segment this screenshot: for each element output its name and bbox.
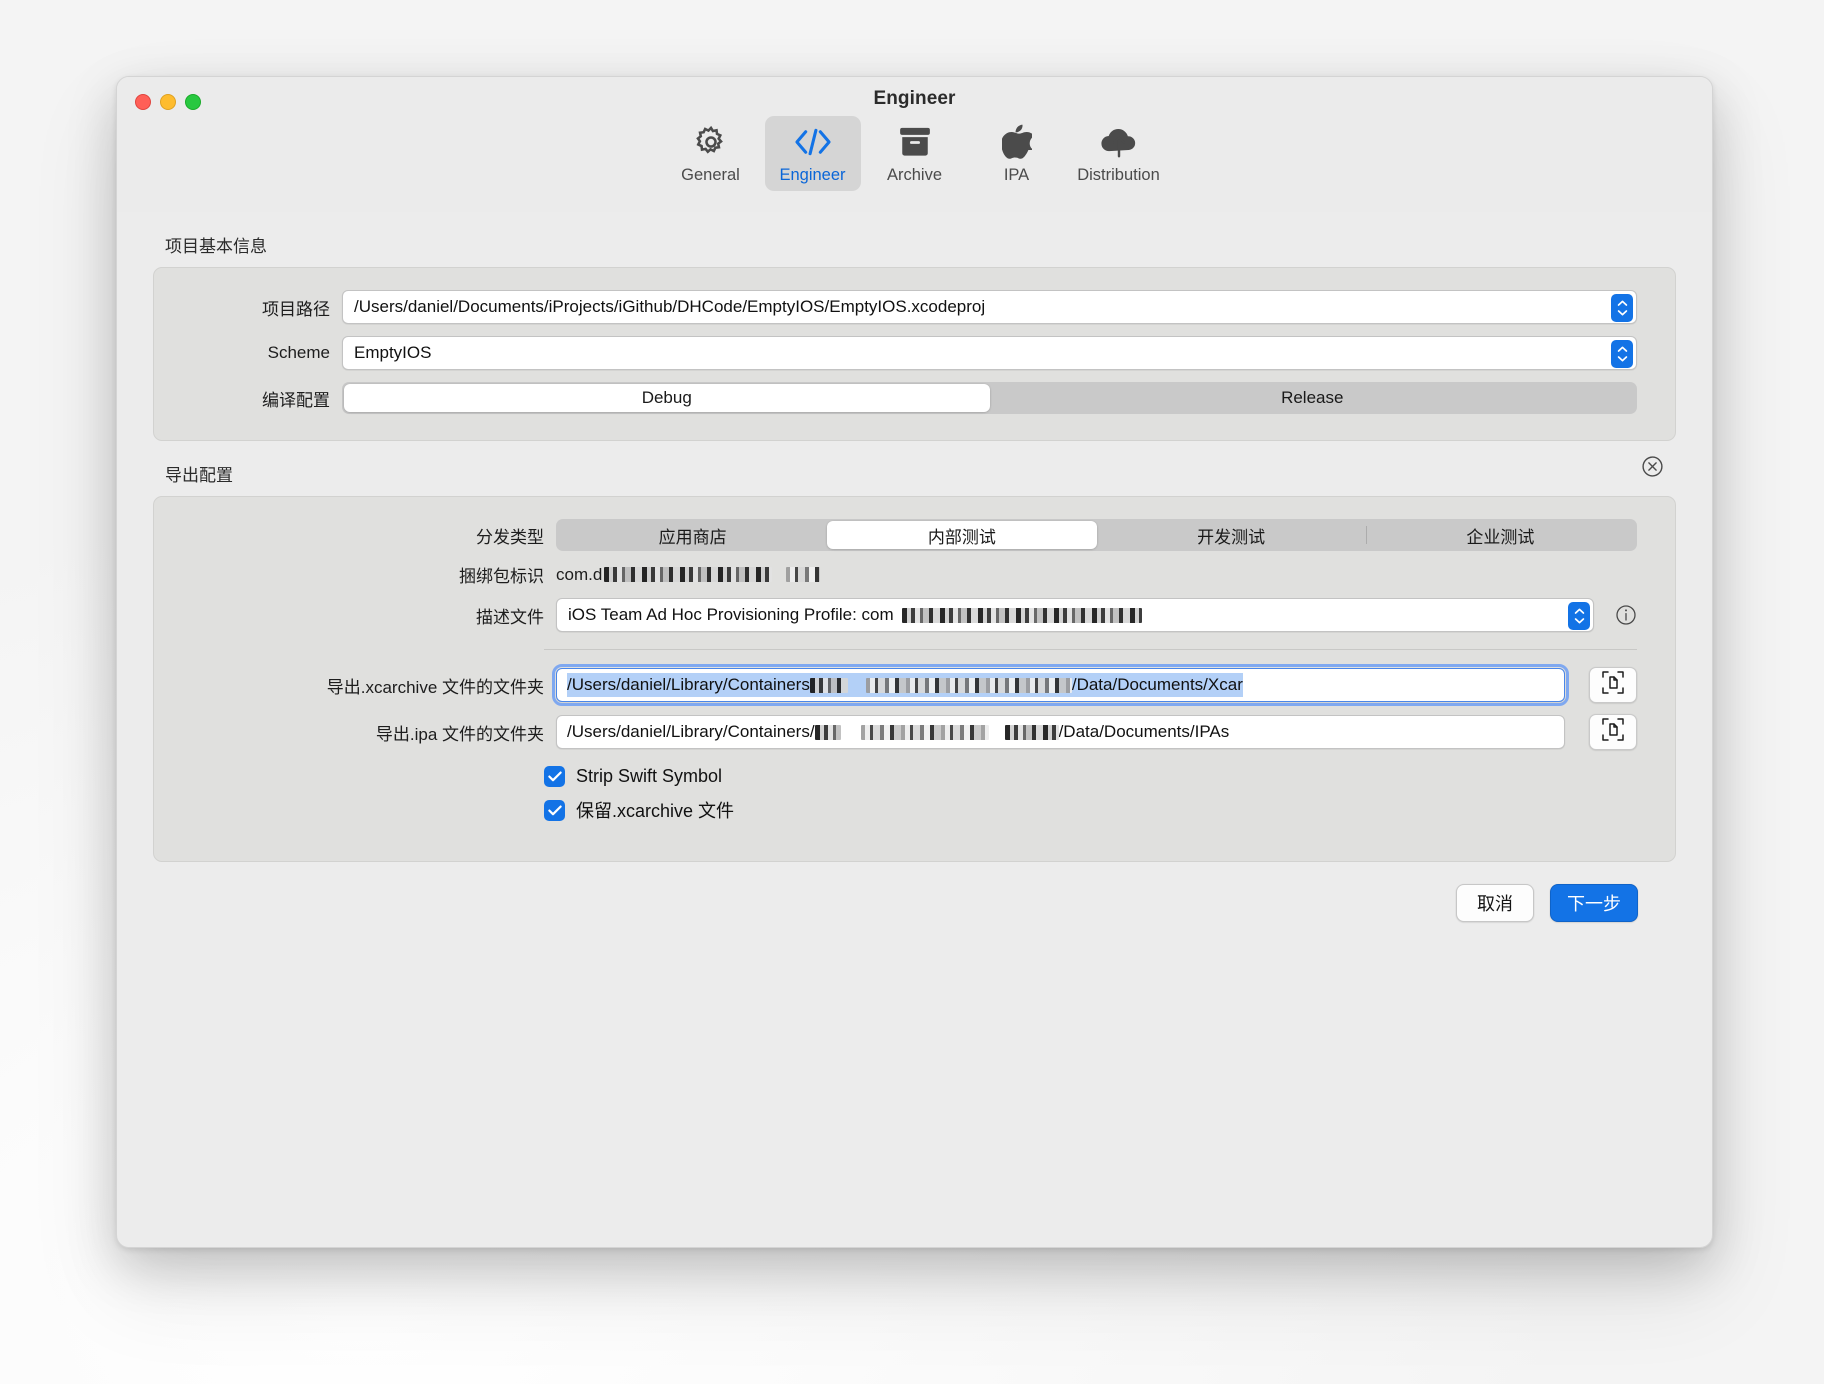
export-section-header: 导出配置 xyxy=(153,441,1676,496)
distribution-type-label: 分发类型 xyxy=(476,527,544,547)
info-circle-icon[interactable] xyxy=(1615,604,1637,626)
xcarchive-path-prefix: /Users/daniel/Library/Containers xyxy=(567,675,810,694)
cancel-button[interactable]: 取消 xyxy=(1456,884,1534,922)
export-section-title: 导出配置 xyxy=(165,466,233,485)
circle-x-icon[interactable] xyxy=(1641,455,1664,483)
bundle-id-row: 捆绑包标识 com.d xyxy=(154,562,1637,587)
scheme-value: EmptyIOS xyxy=(354,343,432,362)
project-section-header: 项目基本信息 xyxy=(153,212,1676,267)
segment-debug[interactable]: Debug xyxy=(344,384,990,412)
ipa-folder-input[interactable]: /Users/daniel/Library/Containers/ /Data/… xyxy=(556,715,1565,749)
toolbar-item-label: IPA xyxy=(1003,166,1030,184)
scheme-row: Scheme EmptyIOS xyxy=(154,336,1637,370)
keep-xcarchive-label: 保留.xcarchive 文件 xyxy=(576,801,735,821)
toolbar-item-label: General xyxy=(681,166,740,184)
xcarchive-folder-value: /Users/daniel/Library/Containers /Data/D… xyxy=(567,673,1243,697)
toolbar-item-engineer[interactable]: Engineer xyxy=(764,116,861,191)
window-title: Engineer xyxy=(873,88,956,109)
toolbar-item-archive[interactable]: Archive xyxy=(867,116,963,191)
provisioning-profile-combobox[interactable]: iOS Team Ad Hoc Provisioning Profile: co… xyxy=(556,598,1594,632)
toolbar-item-distribution[interactable]: Distribution xyxy=(1071,116,1167,191)
provisioning-profile-label: 描述文件 xyxy=(476,607,544,627)
segment-internal-test[interactable]: 内部测试 xyxy=(827,521,1097,549)
redacted-container-a xyxy=(814,724,841,740)
keep-xcarchive-checkbox-row[interactable]: 保留.xcarchive 文件 xyxy=(544,797,1675,823)
segment-enterprise-test[interactable]: 企业测试 xyxy=(1365,521,1635,549)
xcarchive-path-suffix: /Data/Documents/Xcar xyxy=(1071,675,1243,694)
provisioning-profile-row: 描述文件 iOS Team Ad Hoc Provisioning Profil… xyxy=(154,598,1637,632)
export-divider xyxy=(544,649,1637,650)
dialog-footer: 取消 下一步 xyxy=(153,862,1676,922)
redacted-container-c xyxy=(1004,724,1059,740)
window-titlebar: Engineer General Engineer Archive IPA Di… xyxy=(117,77,1712,212)
strip-swift-symbol-label: Strip Swift Symbol xyxy=(576,766,723,786)
redacted-container-b xyxy=(860,724,989,740)
redacted-profile-name xyxy=(901,607,1142,623)
build-config-label: 编译配置 xyxy=(262,390,330,410)
scheme-label: Scheme xyxy=(267,343,330,362)
provisioning-profile-value: iOS Team Ad Hoc Provisioning Profile: co… xyxy=(568,605,894,624)
doc-viewfinder-icon xyxy=(1602,718,1624,746)
checkmark-icon[interactable] xyxy=(544,799,565,821)
project-section-title: 项目基本信息 xyxy=(165,237,267,256)
next-button[interactable]: 下一步 xyxy=(1550,884,1638,922)
project-path-value: /Users/daniel/Documents/iProjects/iGithu… xyxy=(354,297,986,316)
ipa-path-prefix: /Users/daniel/Library/Containers/ xyxy=(567,722,815,741)
bundle-id-value: com.d xyxy=(556,564,821,585)
archivebox-icon xyxy=(898,123,932,161)
build-config-segmented-control: Debug Release xyxy=(342,382,1637,414)
xcarchive-browse-button[interactable] xyxy=(1589,667,1637,703)
toolbar-item-general[interactable]: General xyxy=(663,116,759,191)
toolbar-item-ipa[interactable]: IPA xyxy=(969,116,1065,191)
ipa-folder-label: 导出.ipa 文件的文件夹 xyxy=(375,724,544,744)
bundle-id-prefix: com.d xyxy=(556,564,603,584)
ipa-path-suffix: /Data/Documents/IPAs xyxy=(1058,722,1230,741)
scheme-combobox[interactable]: EmptyIOS xyxy=(342,336,1637,370)
toolbar-item-label: Distribution xyxy=(1077,166,1160,184)
toolbar: General Engineer Archive IPA Distributio… xyxy=(117,116,1712,191)
ipa-browse-button[interactable] xyxy=(1589,714,1637,750)
gear-icon xyxy=(693,123,729,161)
strip-swift-symbol-checkbox-row[interactable]: Strip Swift Symbol xyxy=(544,766,1675,787)
ipa-folder-row: 导出.ipa 文件的文件夹 /Users/daniel/Library/Cont… xyxy=(154,714,1637,750)
checkmark-icon[interactable] xyxy=(544,766,565,787)
chevron-updown-icon[interactable] xyxy=(1611,340,1633,368)
redacted-bundle-id-tail xyxy=(786,567,821,582)
xcarchive-folder-label: 导出.xcarchive 文件的文件夹 xyxy=(326,677,544,697)
chevron-updown-icon[interactable] xyxy=(1568,602,1590,630)
toolbar-item-label: Engineer xyxy=(779,166,846,184)
chevron-updown-icon[interactable] xyxy=(1611,294,1633,322)
segment-dev-test[interactable]: 开发测试 xyxy=(1097,521,1366,549)
project-path-label: 项目路径 xyxy=(262,299,330,319)
distribution-type-row: 分发类型 应用商店 内部测试 开发测试 企业测试 xyxy=(154,519,1637,551)
app-window: Engineer General Engineer Archive IPA Di… xyxy=(116,76,1713,1248)
bundle-id-label: 捆绑包标识 xyxy=(459,567,544,586)
redacted-bundle-id xyxy=(604,567,773,582)
project-path-row: 项目路径 /Users/daniel/Documents/iProjects/i… xyxy=(154,290,1637,324)
xcarchive-folder-row: 导出.xcarchive 文件的文件夹 /Users/daniel/Librar… xyxy=(154,664,1637,706)
project-path-combobox[interactable]: /Users/daniel/Documents/iProjects/iGithu… xyxy=(342,290,1637,324)
segment-release[interactable]: Release xyxy=(990,384,1636,412)
toolbar-item-label: Archive xyxy=(886,166,943,184)
project-info-panel: 项目路径 /Users/daniel/Documents/iProjects/i… xyxy=(153,267,1676,441)
doc-viewfinder-icon xyxy=(1602,671,1624,699)
redacted-container-a xyxy=(809,677,848,693)
code-brackets-icon xyxy=(794,123,832,161)
xcarchive-folder-input[interactable]: /Users/daniel/Library/Containers /Data/D… xyxy=(552,664,1569,706)
segment-app-store[interactable]: 应用商店 xyxy=(558,521,827,549)
window-content: 项目基本信息 项目路径 /Users/daniel/Documents/iPro… xyxy=(117,212,1712,922)
export-config-panel: 分发类型 应用商店 内部测试 开发测试 企业测试 捆绑包标识 com.d 描述文… xyxy=(153,496,1676,862)
distribution-type-segmented-control: 应用商店 内部测试 开发测试 企业测试 xyxy=(556,519,1637,551)
ipa-folder-value: /Users/daniel/Library/Containers/ /Data/… xyxy=(567,722,1229,742)
apple-logo-icon xyxy=(1001,123,1032,161)
redacted-container-b xyxy=(865,677,1072,693)
cloud-upload-icon xyxy=(1099,123,1139,161)
build-config-row: 编译配置 Debug Release xyxy=(154,382,1637,414)
